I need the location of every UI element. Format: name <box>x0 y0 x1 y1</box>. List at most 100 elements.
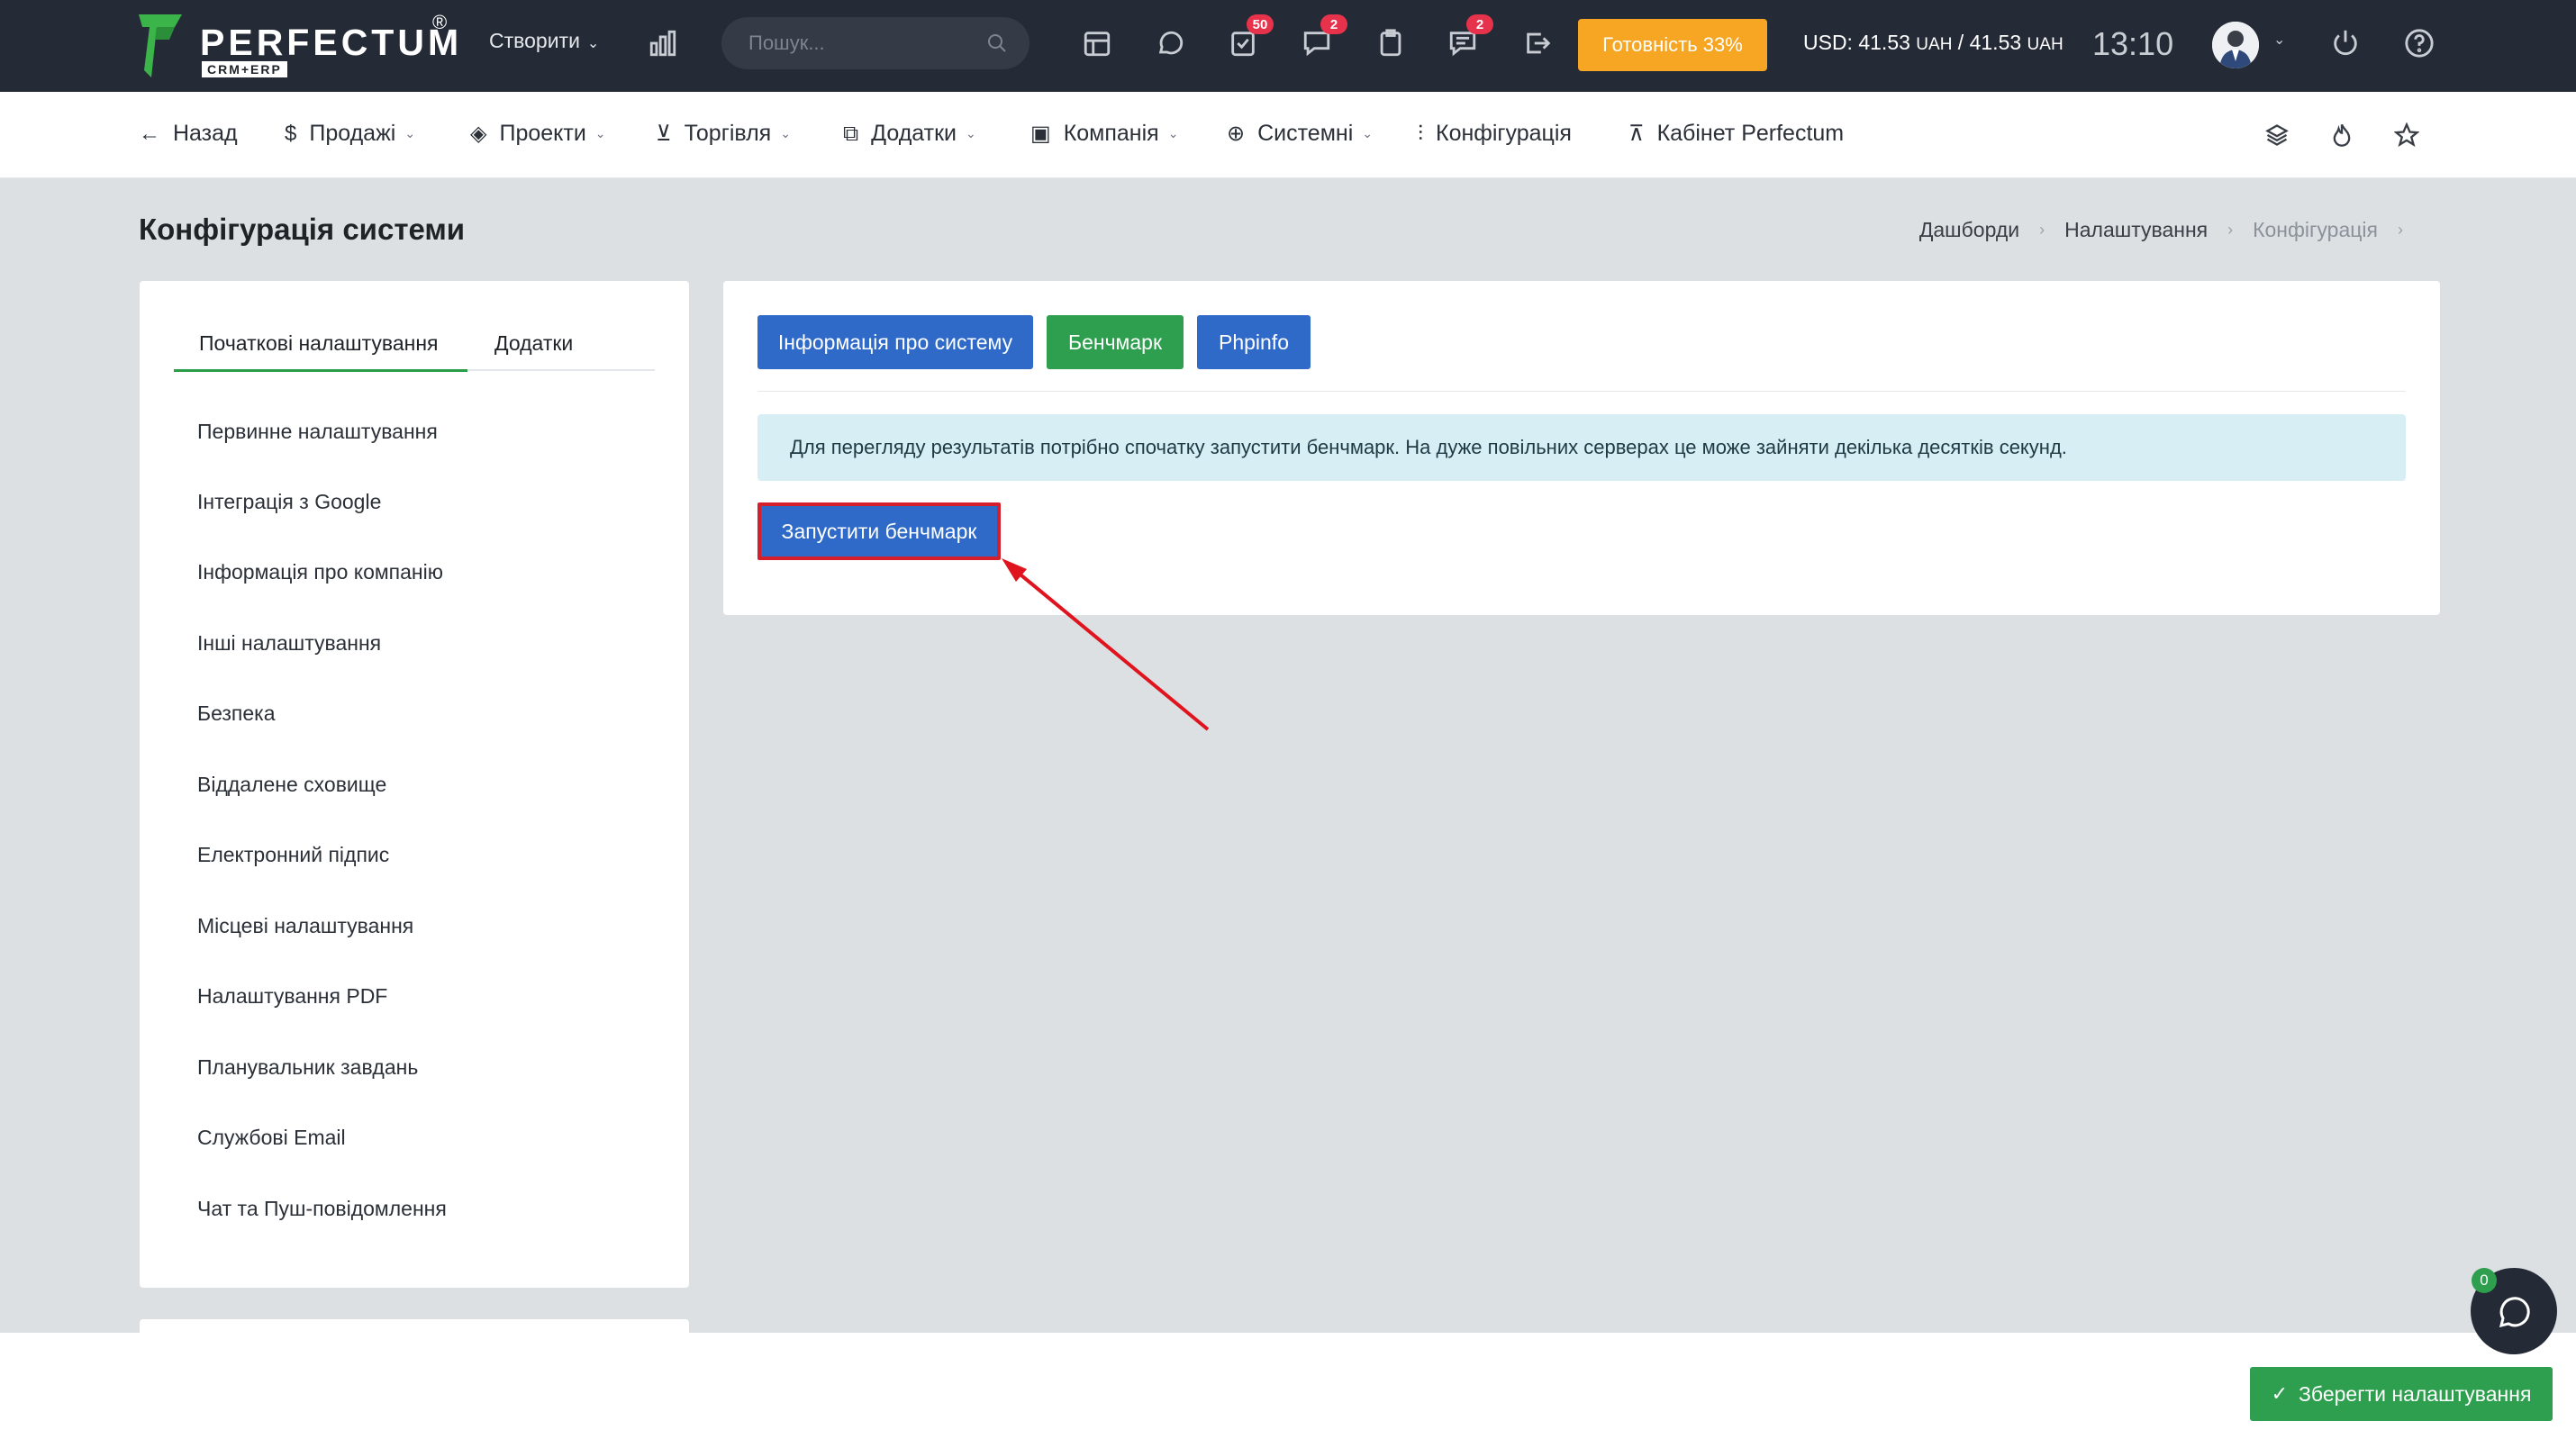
comments-button[interactable] <box>1153 25 1189 61</box>
sidebar-item-remote-storage[interactable]: Віддалене сховище <box>197 773 386 797</box>
sidebar-item-chat-push[interactable]: Чат та Пуш-повідомлення <box>197 1197 447 1221</box>
nav-trade-label: Торгівля <box>684 121 772 146</box>
create-menu-label: Створити <box>489 29 580 52</box>
rates-prefix: USD: 41.53 <box>1803 31 1910 54</box>
hot-button[interactable] <box>2326 119 2358 151</box>
rates-separator: / 41.53 <box>1952 31 2022 54</box>
clock: 13:10 <box>2092 25 2174 62</box>
sidebar-item-security[interactable]: Безпека <box>197 701 276 726</box>
logo-mark-icon <box>139 14 182 77</box>
sidebar-item-e-signature[interactable]: Електронний підпис <box>197 843 389 867</box>
chevron-down-icon: ⌄ <box>404 126 416 140</box>
nav-company[interactable]: ▣ Компанія ⌄ <box>1030 121 1178 147</box>
arrow-left-icon: ← <box>139 121 160 146</box>
tasks-badge: 50 <box>1247 14 1274 34</box>
power-icon <box>2334 30 2357 56</box>
messages-button[interactable]: 2 <box>1299 14 1347 61</box>
nav-system[interactable]: ⊕ Системні ⌄ <box>1227 121 1373 147</box>
chat-button[interactable]: 2 <box>1445 14 1493 61</box>
chevron-down-icon[interactable]: ⌄ <box>2273 31 2285 49</box>
bar-chart-icon <box>649 30 676 57</box>
nav-sales[interactable]: $ Продажі ⌄ <box>285 121 415 147</box>
tab-addons[interactable]: Додатки <box>494 326 573 371</box>
system-info-button[interactable]: Інформація про систему <box>757 315 1033 369</box>
tasks-button[interactable]: 50 <box>1225 14 1274 61</box>
layers-icon: ◈ <box>470 122 487 146</box>
breadcrumb-dashboards[interactable]: Дашборди <box>1919 218 2019 242</box>
divider <box>757 391 2406 392</box>
help-button[interactable] <box>2401 25 2437 61</box>
sliders-icon: ⫶ <box>1418 121 1423 146</box>
nav-projects[interactable]: ◈ Проекти ⌄ <box>470 121 606 147</box>
breadcrumb-configuration: Конфігурація <box>2253 218 2378 241</box>
nav-back-label: Назад <box>173 121 238 146</box>
chat-bubble-icon <box>1158 31 1184 55</box>
top-bar: PERFECTUM ® CRM+ERP Створити ⌄ 50 2 2 Гот… <box>0 0 2576 92</box>
flame-icon <box>2333 123 2351 147</box>
nav-back[interactable]: ← Назад <box>139 121 238 147</box>
chat-count-badge: 0 <box>2472 1268 2497 1293</box>
sidebar-item-local-settings[interactable]: Місцеві налаштування <box>197 914 413 938</box>
search-input[interactable] <box>748 30 983 57</box>
share-export-icon <box>1527 32 1551 54</box>
create-menu[interactable]: Створити ⌄ <box>489 29 599 53</box>
currency-rates: USD: 41.53 UAH / 41.53 UAH <box>1803 31 2064 55</box>
avatar[interactable] <box>2212 22 2259 68</box>
layers-button[interactable] <box>2261 119 2293 151</box>
search-box[interactable] <box>721 17 1029 69</box>
nav-trade[interactable]: ⊻ Торгівля ⌄ <box>656 121 791 147</box>
benchmark-tab-button[interactable]: Бенчмарк <box>1047 315 1184 369</box>
check-icon: ✓ <box>2271 1382 2289 1405</box>
sidebar-item-pdf-settings[interactable]: Налаштування PDF <box>197 984 387 1009</box>
sidebar-item-google-integration[interactable]: Інтеграція з Google <box>197 490 381 514</box>
logo-registered-mark: ® <box>432 11 448 33</box>
layers-icon <box>2265 124 2289 146</box>
benchmark-panel: Інформація про систему Бенчмарк Phpinfo … <box>723 281 2440 615</box>
phpinfo-button[interactable]: Phpinfo <box>1197 315 1311 369</box>
chevron-down-icon: ⌄ <box>966 126 976 140</box>
sidebar-item-service-email[interactable]: Службові Email <box>197 1126 346 1150</box>
run-benchmark-button[interactable]: Запустити бенчмарк <box>757 502 1001 560</box>
calendar-icon <box>1084 32 1111 57</box>
help-circle-icon <box>2405 29 2434 58</box>
dollar-icon: $ <box>285 121 297 146</box>
nav-addons-label: Додатки <box>871 121 957 146</box>
share-button[interactable] <box>1520 25 1556 61</box>
nav-cabinet[interactable]: ⊼ Кабінет Perfectum <box>1628 121 1844 147</box>
nav-config[interactable]: ⫶ Конфігурація <box>1418 121 1572 147</box>
chevron-down-icon: ⌄ <box>1167 126 1179 140</box>
clipboard-button[interactable] <box>1373 25 1409 61</box>
chat-bubble-icon <box>2499 1297 2530 1328</box>
sidebar-item-task-scheduler[interactable]: Планувальник завдань <box>197 1055 418 1080</box>
sidebar-item-primary-setup[interactable]: Первинне налаштування <box>197 420 438 444</box>
chevron-down-icon: ⌄ <box>1362 126 1373 140</box>
sidebar-item-company-info[interactable]: Інформація про компанію <box>197 560 443 584</box>
search-icon <box>988 34 1006 52</box>
breadcrumb-settings[interactable]: Налаштування <box>2064 218 2208 242</box>
readiness-button[interactable]: Готовність 33% <box>1578 19 1767 71</box>
nav-config-label: Конфігурація <box>1436 121 1572 146</box>
stats-button[interactable] <box>645 25 681 61</box>
favorites-button[interactable] <box>2390 119 2423 151</box>
cart-icon: ⊻ <box>656 122 672 146</box>
calendar-button[interactable] <box>1079 25 1115 61</box>
logout-button[interactable] <box>2327 25 2363 61</box>
info-alert: Для перегляду результатів потрібно споча… <box>757 414 2406 481</box>
nav-system-label: Системні <box>1257 121 1354 146</box>
chevron-down-icon: ⌄ <box>586 36 600 51</box>
logo[interactable]: PERFECTUM ® CRM+ERP <box>139 11 458 81</box>
nav-company-label: Компанія <box>1063 121 1159 146</box>
breadcrumb: Дашборди › Налаштування › Конфігурація › <box>1919 218 2423 242</box>
chat-badge: 2 <box>1466 14 1493 34</box>
sidebar-item-other-settings[interactable]: Інші налаштування <box>197 631 381 656</box>
star-icon <box>2394 122 2419 148</box>
bottom-action-bar: ✓ Зберегти налаштування <box>0 1333 2576 1439</box>
save-settings-label: Зберегти налаштування <box>2299 1381 2532 1406</box>
tab-initial-settings[interactable]: Початкові налаштування <box>174 326 467 372</box>
clipboard-icon <box>1380 29 1401 57</box>
user-avatar-icon <box>2212 22 2259 68</box>
chevron-right-icon: › <box>2039 221 2045 239</box>
save-settings-button[interactable]: ✓ Зберегти налаштування <box>2250 1367 2553 1421</box>
nav-cabinet-label: Кабінет Perfectum <box>1656 121 1845 146</box>
nav-addons[interactable]: ⧉ Додатки ⌄ <box>843 121 976 147</box>
